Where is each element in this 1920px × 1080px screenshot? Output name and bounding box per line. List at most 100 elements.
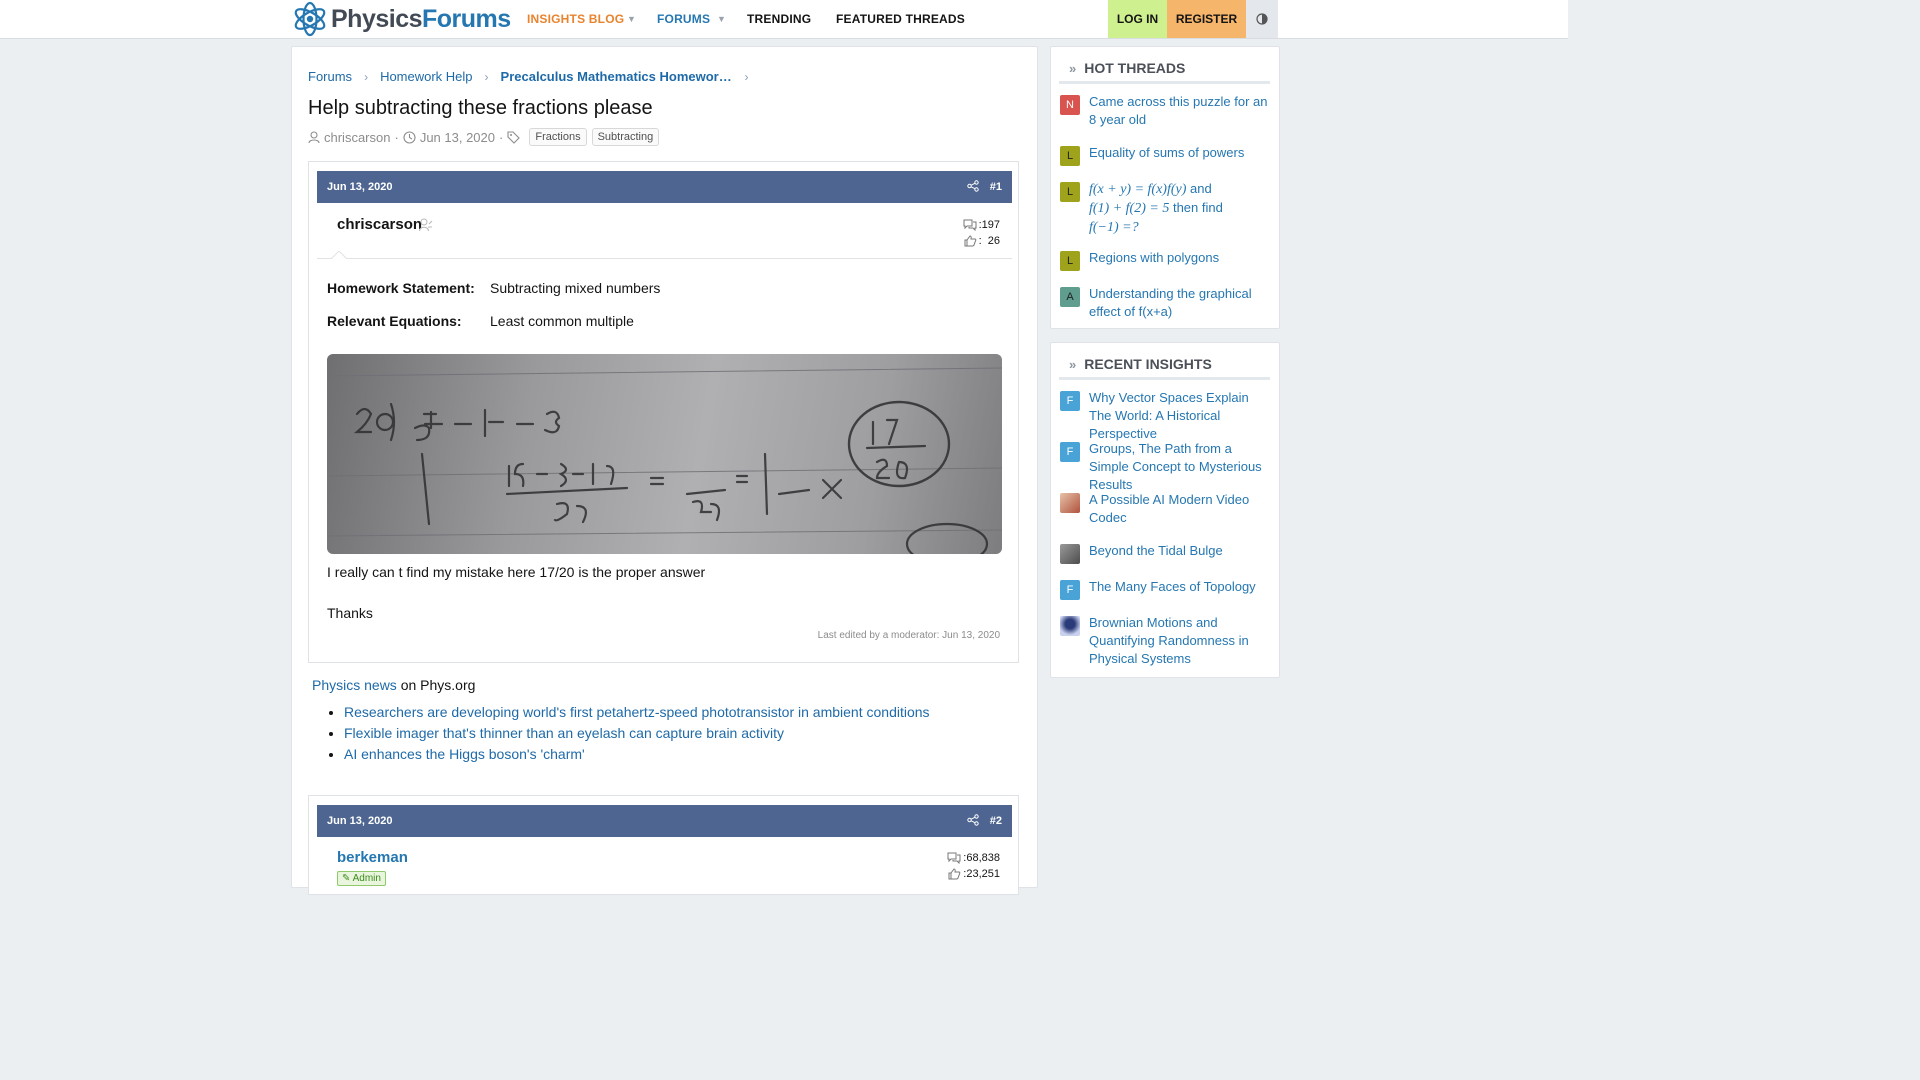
avatar[interactable] <box>1060 544 1080 564</box>
post-username[interactable]: berkeman <box>337 849 408 866</box>
avatar[interactable]: L <box>1060 182 1080 202</box>
hot-thread-item[interactable]: L Equality of sums of powers <box>1060 144 1272 166</box>
breadcrumb-homework-help[interactable]: Homework Help <box>380 69 472 84</box>
messages-icon <box>947 852 961 864</box>
insight-item[interactable]: Beyond the Tidal Bulge <box>1060 542 1272 564</box>
post-1: Jun 13, 2020 #1 chriscarson :197: 26 Ho… <box>308 161 1019 663</box>
news-link-1[interactable]: Researchers are developing world's first… <box>344 704 930 720</box>
insight-link-1[interactable]: Why Vector Spaces Explain The World: A H… <box>1089 389 1272 443</box>
forums-dropdown-caret-icon[interactable]: ▼ <box>717 0 726 38</box>
share-icon[interactable] <box>967 814 979 826</box>
breadcrumb: Forums › Homework Help › Precalculus Mat… <box>308 69 761 84</box>
insight-link-3[interactable]: A Possible AI Modern Video Codec <box>1089 491 1272 527</box>
avatar[interactable]: F <box>1060 580 1080 600</box>
link-text: and <box>1190 181 1212 196</box>
avatar[interactable]: F <box>1060 391 1080 411</box>
nav-trending[interactable]: TRENDING <box>747 0 811 38</box>
chevron-right-icon: › <box>364 69 369 84</box>
last-edited-note: Last edited by a moderator: Jun 13, 2020 <box>817 630 1000 641</box>
tag-icon <box>507 130 521 144</box>
news-link-2[interactable]: Flexible imager that's thinner than an e… <box>344 725 784 741</box>
list-item: Researchers are developing world's first… <box>344 702 930 723</box>
post-header: Jun 13, 2020 #1 <box>317 171 1012 203</box>
homework-photo[interactable] <box>327 354 1002 554</box>
insight-link-6[interactable]: Brownian Motions and Quantifying Randomn… <box>1089 614 1272 668</box>
breadcrumb-forums[interactable]: Forums <box>308 69 352 84</box>
math-expression: f(−1) =? <box>1089 220 1139 235</box>
hot-thread-item[interactable]: L f(x + y) = f(x)f(y) and f(1) + f(2) = … <box>1060 180 1272 237</box>
math-expression: f(1) + f(2) = 5 <box>1089 201 1170 216</box>
hot-thread-item[interactable]: L Regions with polygons <box>1060 249 1272 271</box>
share-icon[interactable] <box>967 180 979 192</box>
post-date-link[interactable]: Jun 13, 2020 <box>327 181 392 193</box>
insight-item[interactable]: F Why Vector Spaces Explain The World: A… <box>1060 389 1272 443</box>
hot-thread-link-3[interactable]: f(x + y) = f(x)f(y) and f(1) + f(2) = 5 … <box>1089 180 1223 237</box>
avatar[interactable] <box>1060 616 1080 636</box>
avatar[interactable]: A <box>1060 287 1080 307</box>
post-number-link[interactable]: #1 <box>990 181 1002 193</box>
avatar[interactable]: L <box>1060 251 1080 271</box>
thread-meta: chriscarson · Jun 13, 2020 · Fractions S… <box>308 128 660 146</box>
reactions-count: 23,251 <box>966 868 1000 880</box>
insight-link-4[interactable]: Beyond the Tidal Bulge <box>1089 542 1223 564</box>
hot-thread-link-1[interactable]: Came across this puzzle for an 8 year ol… <box>1089 93 1272 129</box>
hot-threads-heading: » HOT THREADS <box>1059 55 1270 84</box>
tag-fractions[interactable]: Fractions <box>529 128 587 146</box>
avatar[interactable]: L <box>1060 146 1080 166</box>
nav-insights-blog[interactable]: INSIGHTS BLOG <box>527 0 624 38</box>
list-item: Flexible imager that's thinner than an e… <box>344 723 930 744</box>
theme-toggle-button[interactable] <box>1246 0 1278 38</box>
post-number-link[interactable]: #2 <box>990 815 1002 827</box>
avatar[interactable] <box>1060 493 1080 513</box>
tag-subtracting[interactable]: Subtracting <box>591 128 660 146</box>
register-button[interactable]: REGISTER <box>1167 0 1246 38</box>
admin-badge-label: Admin <box>352 873 381 884</box>
thread-main-panel: Forums › Homework Help › Precalculus Mat… <box>291 46 1038 895</box>
post-divider <box>317 258 1012 259</box>
insight-item[interactable]: F The Many Faces of Topology <box>1060 578 1272 600</box>
post-user-stats: :68,838 :23,251 <box>947 850 1000 882</box>
insight-link-2[interactable]: Groups, The Path from a Simple Concept t… <box>1089 440 1272 494</box>
pencil-icon: ✎ <box>342 873 351 884</box>
nav-featured-threads[interactable]: FEATURED THREADS <box>836 0 965 38</box>
site-logo[interactable]: PhysicsForums <box>291 0 511 38</box>
hot-thread-item[interactable]: A Understanding the graphical effect of … <box>1060 285 1272 321</box>
hot-thread-link-4[interactable]: Regions with polygons <box>1089 249 1219 271</box>
reactions-count: 26 <box>987 235 1000 247</box>
homework-statement-value: Subtracting mixed numbers <box>490 280 661 296</box>
thread-author-link[interactable]: chriscarson <box>324 130 390 145</box>
messages-count: 68,838 <box>966 852 1000 864</box>
avatar[interactable]: F <box>1060 442 1080 462</box>
double-chevron-icon: » <box>1069 356 1077 372</box>
insight-item[interactable]: A Possible AI Modern Video Codec <box>1060 491 1272 527</box>
hot-threads-title: HOT THREADS <box>1084 60 1186 76</box>
hot-thread-item[interactable]: N Came across this puzzle for an 8 year … <box>1060 93 1272 129</box>
nav-forums[interactable]: FORUMS <box>657 0 710 38</box>
login-button[interactable]: LOG IN <box>1108 0 1167 38</box>
hot-thread-link-5[interactable]: Understanding the graphical effect of f(… <box>1089 285 1272 321</box>
physics-news-link[interactable]: Physics news <box>312 677 397 693</box>
insight-item[interactable]: F Groups, The Path from a Simple Concept… <box>1060 440 1272 494</box>
insights-dropdown-caret-icon[interactable]: ▼ <box>627 0 636 38</box>
link-text: then find <box>1172 200 1223 215</box>
post-date-link[interactable]: Jun 13, 2020 <box>327 815 392 827</box>
insight-item[interactable]: Brownian Motions and Quantifying Randomn… <box>1060 614 1272 668</box>
math-expression: f(x + y) = f(x)f(y) <box>1089 182 1187 197</box>
recent-insights-title: RECENT INSIGHTS <box>1084 356 1212 372</box>
avatar[interactable]: N <box>1060 95 1080 115</box>
homework-statement-label: Homework Statement: <box>327 280 475 296</box>
post-username[interactable]: chriscarson <box>337 216 422 233</box>
top-navigation-bar: PhysicsForums INSIGHTS BLOG ▼ FORUMS ▼ T… <box>0 0 1568 39</box>
messages-icon <box>963 219 977 231</box>
insight-link-5[interactable]: The Many Faces of Topology <box>1089 578 1256 600</box>
post-user-stats: :197 : 26 <box>963 217 1000 249</box>
pointer-arrow-icon <box>331 251 347 259</box>
news-link-3[interactable]: AI enhances the Higgs boson's 'charm' <box>344 746 585 762</box>
clock-icon <box>403 130 416 144</box>
hot-thread-link-2[interactable]: Equality of sums of powers <box>1089 144 1244 166</box>
thread-date-link[interactable]: Jun 13, 2020 <box>420 130 495 145</box>
hot-threads-panel: » HOT THREADS N Came across this puzzle … <box>1050 46 1280 329</box>
logo-text-forums: Forums <box>422 4 511 33</box>
breadcrumb-precalculus[interactable]: Precalculus Mathematics Homework Help <box>501 69 733 84</box>
list-item: AI enhances the Higgs boson's 'charm' <box>344 744 930 765</box>
